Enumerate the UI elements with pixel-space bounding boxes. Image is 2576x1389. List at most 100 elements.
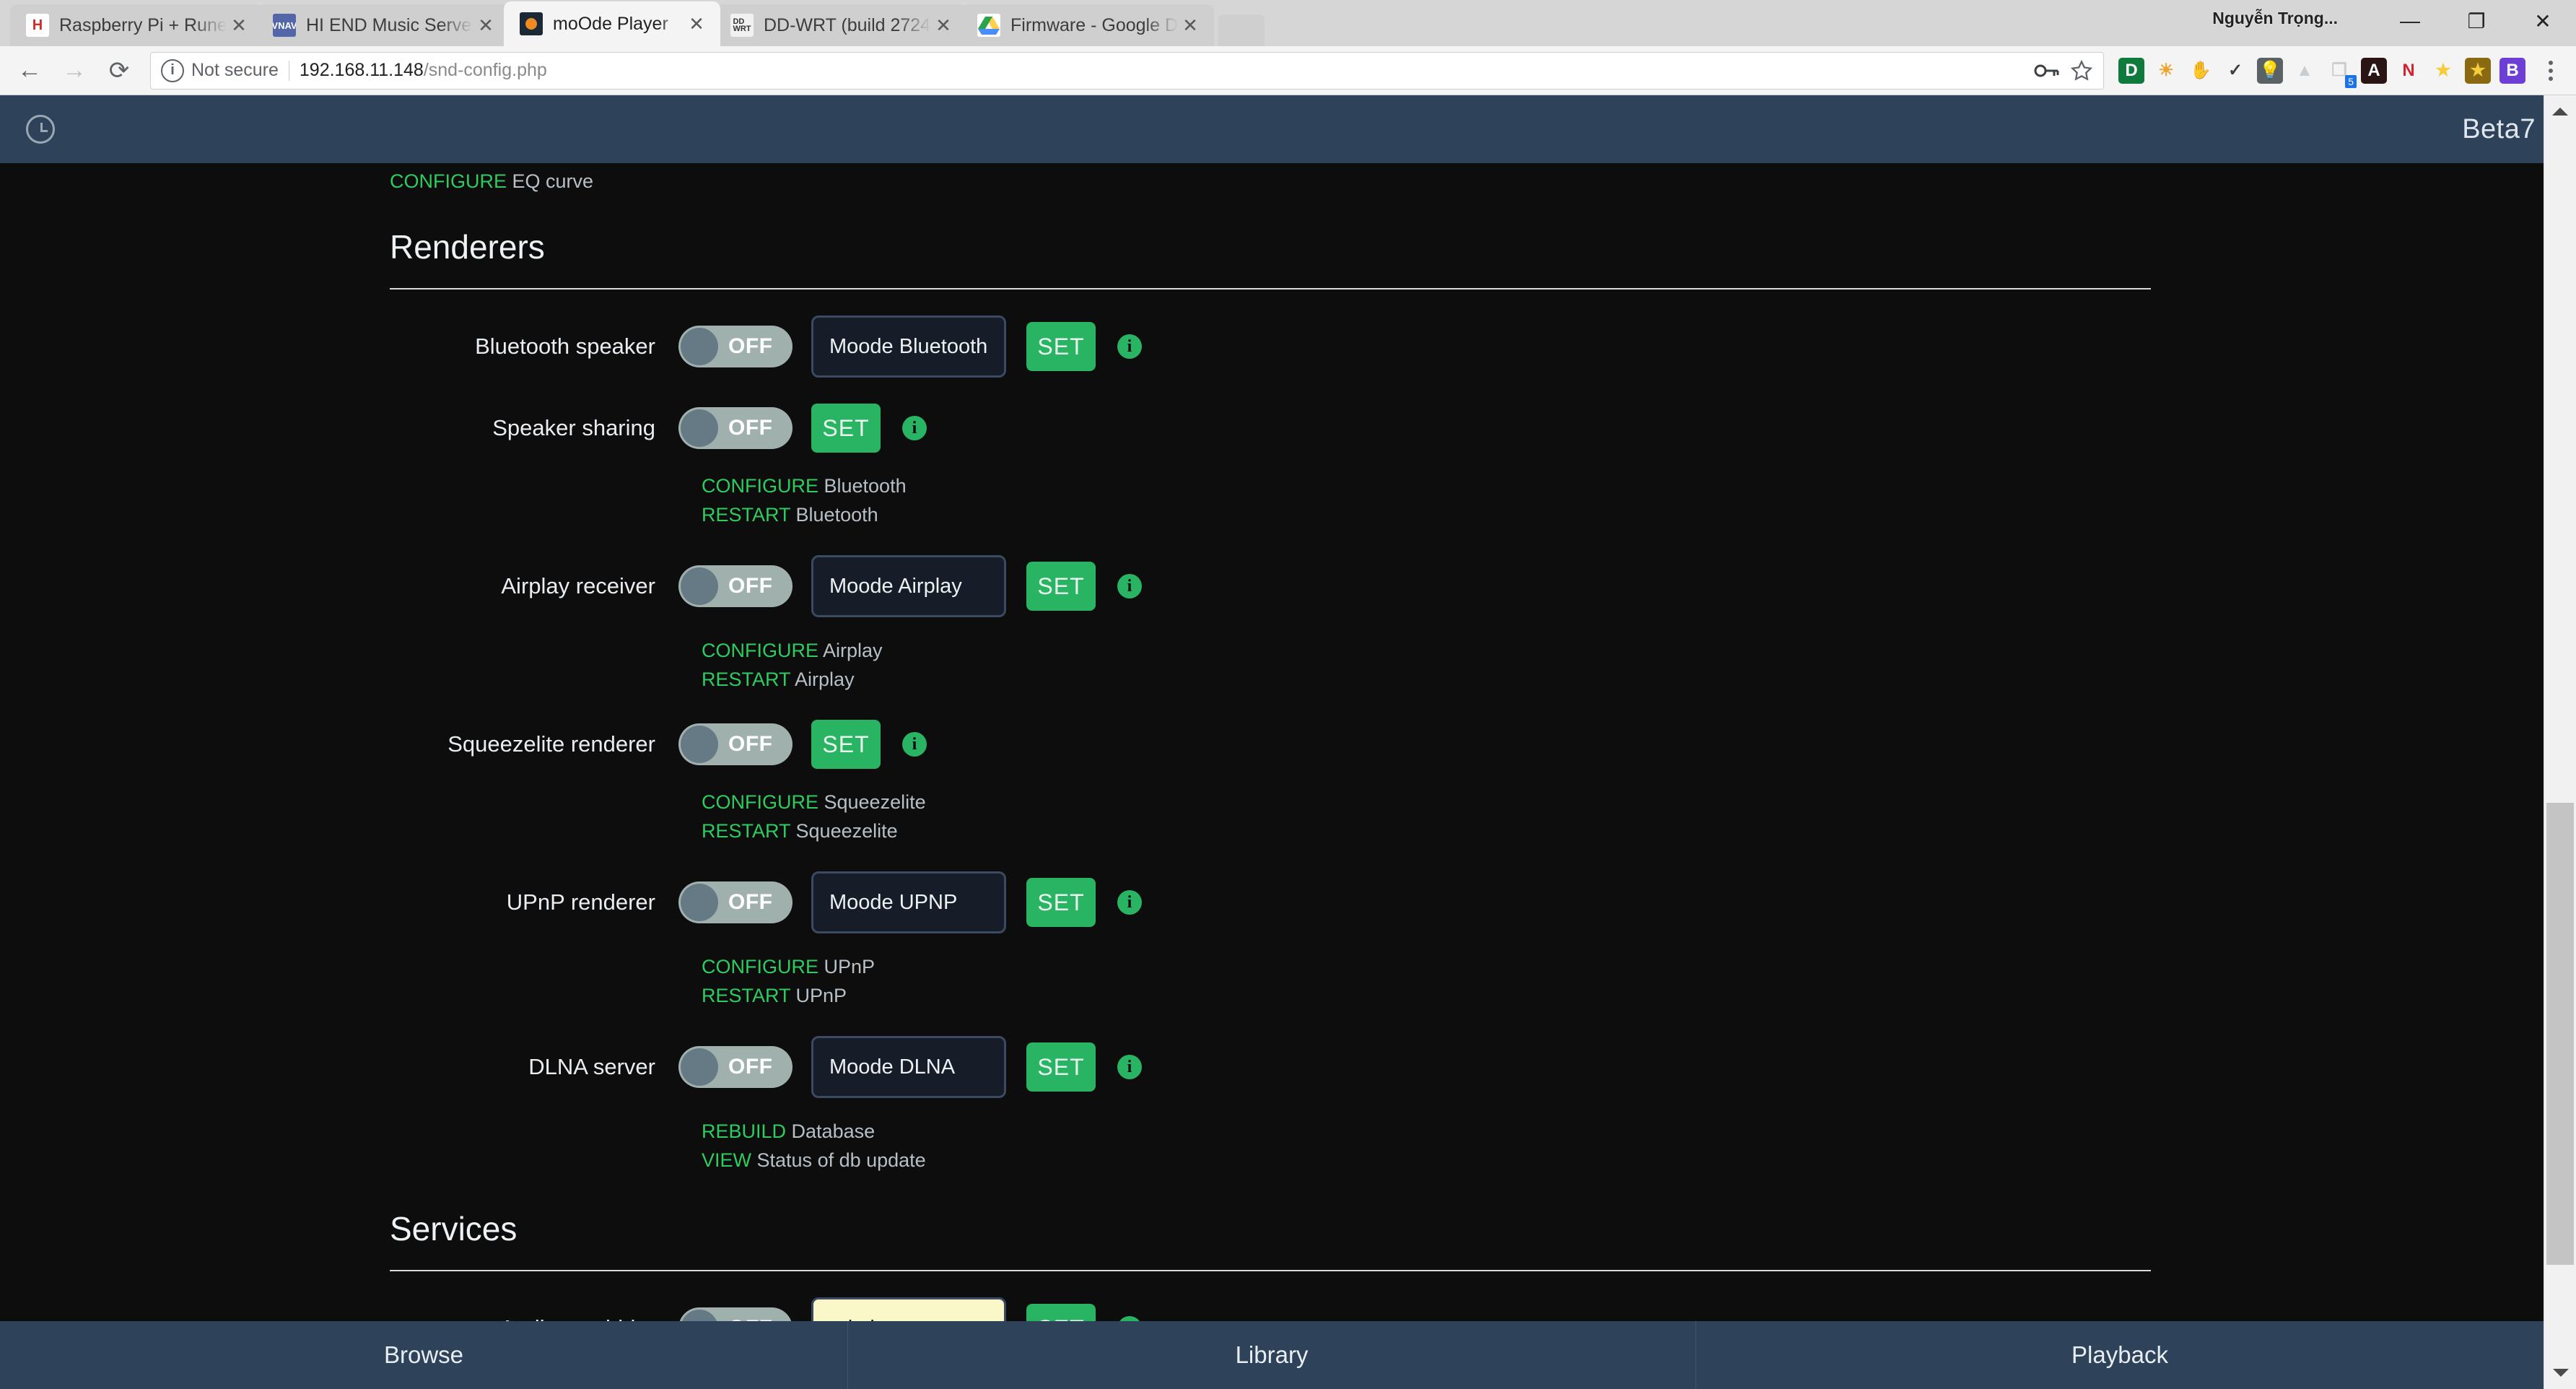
action-link-target: Airplay — [818, 640, 883, 661]
toggle-switch[interactable]: OFF — [678, 565, 793, 607]
scroll-down-arrow-icon[interactable] — [2544, 1357, 2576, 1389]
key-icon[interactable] — [2034, 61, 2060, 80]
toggle-switch[interactable]: OFF — [678, 1046, 793, 1088]
reload-icon[interactable]: ⟳ — [97, 48, 141, 93]
action-link[interactable]: REBUILD — [702, 1120, 786, 1142]
set-button[interactable]: SET — [1026, 322, 1096, 371]
browser-tab[interactable]: DDWRT DD-WRT (build 27240) -✕ — [715, 4, 967, 46]
dashlane-extension-icon[interactable]: D — [2116, 55, 2147, 87]
nimbus-extension-icon[interactable]: N — [2393, 55, 2424, 87]
setting-text-input[interactable]: Moode Bluetooth — [811, 315, 1006, 378]
set-button[interactable]: SET — [811, 404, 881, 453]
set-button[interactable]: SET — [811, 720, 881, 769]
set-button[interactable]: SET — [1026, 878, 1096, 927]
action-link[interactable]: RESTART — [702, 504, 790, 526]
action-link-target: Database — [786, 1120, 876, 1142]
info-circle-icon[interactable]: i — [161, 58, 184, 82]
info-icon[interactable]: i — [902, 416, 927, 440]
toggle-switch[interactable]: OFF — [678, 723, 793, 765]
toggle-switch[interactable]: OFF — [678, 407, 793, 449]
action-link[interactable]: CONFIGURE — [702, 956, 818, 977]
minimize-icon[interactable]: — — [2377, 0, 2443, 42]
evernote-checkmark-icon[interactable]: ✓ — [2219, 55, 2251, 87]
setting-text-input[interactable]: Moode UPNP — [811, 871, 1006, 933]
raspberry-pi-icon: H — [26, 14, 49, 37]
browser-tab[interactable]: moOde Player ✕ — [504, 1, 720, 46]
action-link[interactable]: RESTART — [702, 820, 790, 842]
setting-label: Squeezelite renderer — [447, 731, 655, 757]
browser-tab[interactable]: Firmware - Google Drive✕ — [961, 4, 1214, 46]
setting-text-input[interactable]: Moode Airplay — [811, 555, 1006, 617]
extension-badge-count: 5 — [2345, 74, 2357, 88]
setting-text-input[interactable]: Moode DLNA — [811, 1036, 1006, 1098]
bitwarden-extension-icon[interactable]: B — [2497, 55, 2528, 87]
info-icon[interactable]: i — [1117, 1055, 1142, 1079]
setting-label: Bluetooth speaker — [475, 334, 655, 359]
action-link[interactable]: CONFIGURE — [702, 475, 818, 497]
security-status-label: Not secure — [191, 60, 279, 80]
adobe-acrobat-extension-icon[interactable]: A — [2358, 55, 2390, 87]
tab-close-icon[interactable]: ✕ — [684, 13, 709, 35]
info-icon[interactable]: i — [1117, 334, 1142, 359]
adblock-stop-hand-icon[interactable]: ✋ — [2185, 55, 2217, 87]
action-link[interactable]: RESTART — [702, 985, 790, 1006]
maximize-icon[interactable]: ❐ — [2443, 0, 2510, 42]
speed-dial-extension-icon[interactable]: ★ — [2462, 55, 2494, 87]
action-link-row: RESTART UPnP — [702, 981, 2173, 1010]
action-link[interactable]: RESTART — [702, 669, 790, 690]
setting-row: DLNA server OFF Moode DLNA SET i — [390, 1036, 2173, 1098]
url-host: 192.168.11.148 — [299, 60, 424, 80]
action-link-target: UPnP — [790, 985, 847, 1006]
bottom-nav-item[interactable]: Browse — [0, 1321, 848, 1389]
browser-tab[interactable]: VNAV HI END Music Server ngo✕ — [257, 4, 510, 46]
toggle-state-label: OFF — [728, 890, 773, 914]
google-drive-extension-icon[interactable]: ▲ — [2289, 55, 2320, 87]
star-outline-icon[interactable] — [2070, 59, 2093, 82]
tab-copy-extension-icon[interactable]: ❐ 5 — [2323, 55, 2357, 88]
action-link[interactable]: VIEW — [702, 1149, 751, 1171]
action-link-row: CONFIGURE Airplay — [702, 636, 2173, 665]
address-bar[interactable]: i Not secure 192.168.11.148/snd-config.p… — [150, 51, 2104, 90]
bookmark-star-extension-icon[interactable]: ★ — [2427, 55, 2459, 87]
extension-glyph: ✓ — [2227, 61, 2243, 80]
new-tab-button[interactable] — [1218, 14, 1265, 46]
vertical-scrollbar[interactable] — [2544, 95, 2576, 1389]
action-link-target: Squeezelite — [818, 791, 926, 813]
weather-extension-icon[interactable]: ☀ — [2150, 55, 2182, 87]
action-link[interactable]: CONFIGURE — [702, 791, 818, 813]
set-button[interactable]: SET — [1026, 562, 1096, 611]
scrollbar-thumb[interactable] — [2546, 803, 2574, 1265]
tab-close-icon[interactable]: ✕ — [473, 14, 498, 37]
info-icon[interactable]: i — [1117, 574, 1142, 598]
browser-tab[interactable]: H Raspberry Pi + Rune Aud✕ — [10, 4, 263, 46]
extension-glyph: A — [2361, 57, 2387, 84]
back-icon[interactable]: ← — [7, 48, 52, 93]
bottom-nav-item[interactable]: Library — [848, 1321, 1696, 1389]
action-link-target: Squeezelite — [790, 820, 898, 842]
action-link[interactable]: CONFIGURE — [702, 640, 818, 661]
close-icon[interactable]: ✕ — [2510, 0, 2576, 42]
keep-lightbulb-icon[interactable]: 💡 — [2254, 55, 2286, 87]
scroll-up-arrow-icon[interactable] — [2544, 95, 2576, 128]
tab-close-icon[interactable]: ✕ — [931, 14, 956, 37]
tab-close-icon[interactable]: ✕ — [1178, 14, 1202, 37]
toggle-knob — [681, 884, 718, 921]
tab-close-icon[interactable]: ✕ — [227, 14, 251, 37]
toggle-switch[interactable]: OFF — [678, 326, 793, 367]
action-links-block: CONFIGURE Squeezelite RESTART Squeezelite — [678, 788, 2173, 845]
extension-glyph: ★ — [2465, 57, 2491, 84]
toggle-state-label: OFF — [728, 1055, 773, 1079]
info-icon[interactable]: i — [902, 732, 927, 757]
forward-icon[interactable]: → — [52, 48, 97, 93]
clock-icon[interactable] — [26, 115, 55, 144]
extensions-area: D ☀ ✋ ✓ 💡 ▲ ❐ 5 A N ★ ★ B — [2116, 55, 2533, 88]
set-button[interactable]: SET — [1026, 1042, 1096, 1092]
bottom-nav-item[interactable]: Playback — [1696, 1321, 2544, 1389]
toggle-switch[interactable]: OFF — [678, 881, 793, 923]
chrome-menu-icon[interactable] — [2533, 60, 2569, 81]
info-icon[interactable]: i — [1117, 890, 1142, 915]
window-profile-title: Nguyễn Trọng... — [2212, 9, 2338, 27]
configure-eq-action[interactable]: CONFIGURE — [390, 170, 507, 192]
section-title: Renderers — [390, 228, 545, 266]
action-link-target: Status of db update — [751, 1149, 926, 1171]
